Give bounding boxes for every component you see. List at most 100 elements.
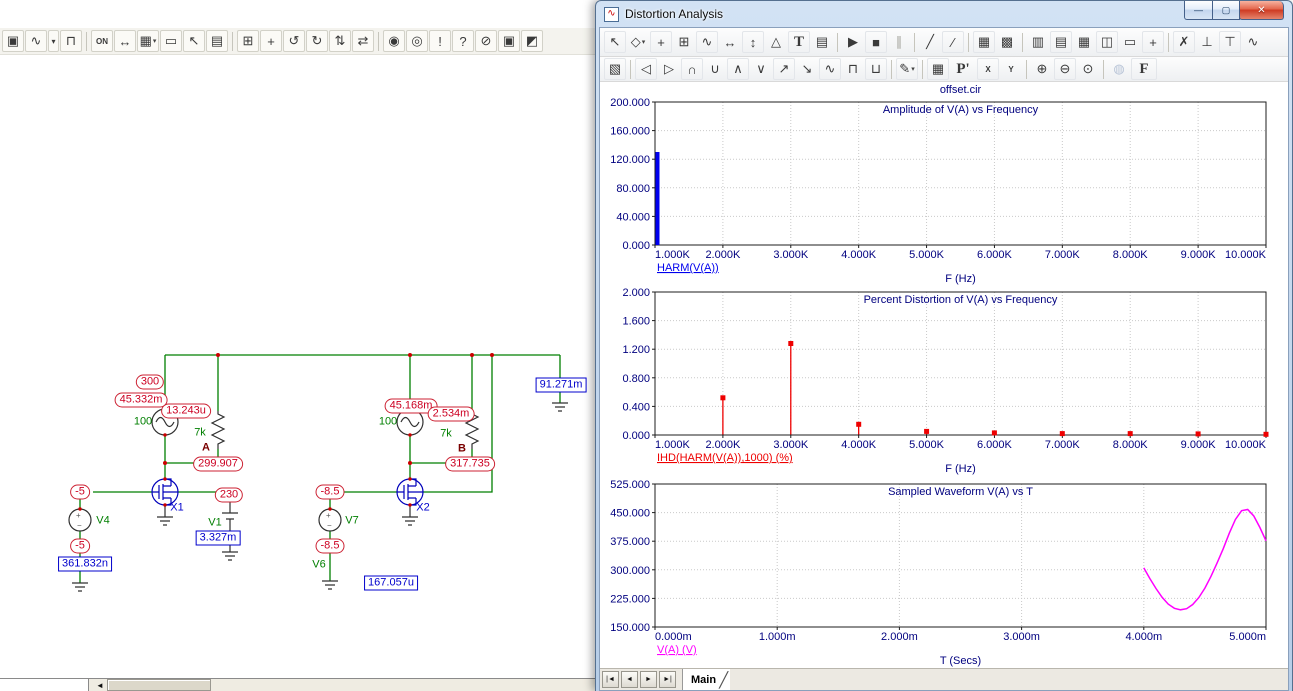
low-icon[interactable]: ∨	[750, 58, 772, 80]
help-online-icon[interactable]: ◍	[1108, 58, 1130, 80]
value-label[interactable]: 91.271m	[535, 377, 587, 393]
fourier-label[interactable]: F	[1131, 58, 1157, 80]
y-tick-label: 1.600	[622, 316, 650, 328]
numeric-output-icon[interactable]: ▦	[927, 58, 949, 80]
valley-icon[interactable]: ∪	[704, 58, 726, 80]
rise-icon[interactable]: ↗	[773, 58, 795, 80]
component-label[interactable]: V6	[312, 559, 325, 572]
high-icon[interactable]: ∧	[727, 58, 749, 80]
component-label[interactable]: A	[202, 442, 210, 455]
smooth-icon[interactable]: ∿	[1242, 31, 1264, 53]
toolbar-separator	[630, 59, 631, 79]
page-tab-main[interactable]: Main ╱	[682, 669, 731, 690]
x-tick-label: 4.000K	[841, 249, 877, 261]
stop-button[interactable]: ■	[865, 31, 887, 53]
polyline-tool-icon[interactable]: ∕	[942, 31, 964, 53]
value-label[interactable]: -8.5	[315, 484, 345, 500]
component-label[interactable]: X1	[170, 502, 183, 515]
goto-y-icon[interactable]: Y	[1000, 58, 1022, 80]
inflection-icon[interactable]: ∿	[819, 58, 841, 80]
pause-button[interactable]: ∥	[888, 31, 910, 53]
peak-icon[interactable]: ∩	[681, 58, 703, 80]
dropdown-arrow-icon[interactable]: ▾	[911, 65, 915, 73]
value-label[interactable]: -5	[70, 538, 90, 554]
vertical-tag-icon[interactable]: ↕	[742, 31, 764, 53]
scale-mode-icon[interactable]: ⊞	[673, 31, 695, 53]
value-label[interactable]: 13.243u	[161, 403, 211, 419]
color-icon[interactable]: ✎ ▾	[896, 58, 918, 80]
minimize-button[interactable]: —	[1184, 1, 1213, 20]
panel-grid-icon[interactable]: ▦	[1073, 31, 1095, 53]
close-button[interactable]: ✕	[1239, 1, 1284, 20]
align-bottom-icon[interactable]: ⊥	[1196, 31, 1218, 53]
bottom-icon[interactable]: ⊔	[865, 58, 887, 80]
zoom-in-icon[interactable]: ⊕	[1031, 58, 1053, 80]
zoom-out-icon[interactable]: ⊖	[1054, 58, 1076, 80]
legend-label[interactable]: V(A) (V)	[657, 644, 697, 656]
component-label[interactable]: X2	[416, 502, 429, 515]
dropdown-arrow-icon[interactable]: ▾	[642, 38, 646, 46]
cursor-left-icon[interactable]: ◁	[635, 58, 657, 80]
value-label[interactable]: 317.735	[445, 456, 495, 472]
value-label[interactable]: 45.332m	[114, 392, 168, 408]
page-nav-button-2[interactable]: ►	[640, 671, 657, 688]
value-label[interactable]: 3.327m	[195, 530, 241, 546]
component-label[interactable]: 100	[134, 416, 152, 429]
fall-icon[interactable]: ↘	[796, 58, 818, 80]
legend-label[interactable]: HARM(V(A))	[657, 262, 719, 274]
value-label[interactable]: 230	[214, 487, 244, 503]
cursor-mode-icon[interactable]: +	[650, 31, 672, 53]
value-label[interactable]: 299.907	[193, 456, 243, 472]
component-label[interactable]: V4	[96, 515, 109, 528]
value-label[interactable]: 300	[135, 374, 165, 390]
value-label[interactable]: -8.5	[315, 538, 345, 554]
plot-area[interactable]: offset.cir 1.000K 2.000K 3.000K 4.000K 5.000K…	[600, 82, 1288, 668]
line-tool-icon[interactable]: ╱	[919, 31, 941, 53]
delete-tool-icon[interactable]: ✗	[1173, 31, 1195, 53]
top-icon[interactable]: ⊓	[842, 58, 864, 80]
value-label[interactable]: 2.534m	[427, 406, 475, 422]
value-label[interactable]: 361.832n	[58, 556, 112, 572]
data-points-icon[interactable]: ▦	[973, 31, 995, 53]
ruler-icon[interactable]: ▩	[996, 31, 1018, 53]
horizontal-tag-icon[interactable]: ↔	[719, 31, 741, 53]
power-label[interactable]: P'	[950, 58, 976, 80]
page-nav-button-0[interactable]: |◄	[602, 671, 619, 688]
cursor-right-icon[interactable]: ▷	[658, 58, 680, 80]
select-arrow-icon[interactable]: ↖	[604, 31, 626, 53]
component-label[interactable]: B	[458, 443, 466, 456]
component-label[interactable]: V7	[345, 515, 358, 528]
titlebar[interactable]: ∿ Distortion Analysis — ▢ ✕	[596, 1, 1292, 27]
crosshair-icon[interactable]: +	[1142, 31, 1164, 53]
maximize-button[interactable]: ▢	[1212, 1, 1240, 20]
y-tick-label: 120.000	[610, 154, 650, 166]
x-tick-label: 10.000K	[1225, 439, 1267, 451]
plot-border	[654, 101, 1267, 246]
panel-rows-icon[interactable]: ▤	[1050, 31, 1072, 53]
text-tool-icon[interactable]: T	[788, 31, 810, 53]
align-top-icon[interactable]: ⊤	[1219, 31, 1241, 53]
panel-columns-icon[interactable]: ▥	[1027, 31, 1049, 53]
scope-settings-icon[interactable]: ▧	[604, 58, 626, 80]
panel-split-icon[interactable]: ◫	[1096, 31, 1118, 53]
component-label[interactable]: 7k	[440, 428, 452, 441]
point-tag-icon[interactable]: ∿	[696, 31, 718, 53]
zoom-fit-icon[interactable]: ⊙	[1077, 58, 1099, 80]
graphics-picker-icon[interactable]: ◇ ▾	[627, 31, 649, 53]
run-button[interactable]: ▶	[842, 31, 864, 53]
value-label[interactable]: -5	[70, 484, 90, 500]
panel-single-icon[interactable]: ▭	[1119, 31, 1141, 53]
x-tick-label: 1.000m	[759, 631, 796, 643]
plot-border	[654, 483, 1267, 628]
component-label[interactable]: V1	[208, 517, 221, 530]
goto-x-icon[interactable]: X	[977, 58, 999, 80]
performance-tag-icon[interactable]: △	[765, 31, 787, 53]
component-label[interactable]: 7k	[194, 427, 206, 440]
component-label[interactable]: 100	[379, 416, 397, 429]
properties-icon[interactable]: ▤	[811, 31, 833, 53]
legend-label[interactable]: IHD(HARM(V(A)),1000) (%)	[657, 452, 793, 464]
page-nav-button-1[interactable]: ◄	[621, 671, 638, 688]
page-nav-button-3[interactable]: ►|	[659, 671, 676, 688]
schematic-canvas[interactable]: + − + − 300 45.332m 13.243u 100 7k A 299…	[0, 0, 596, 691]
value-label[interactable]: 167.057u	[364, 575, 418, 591]
